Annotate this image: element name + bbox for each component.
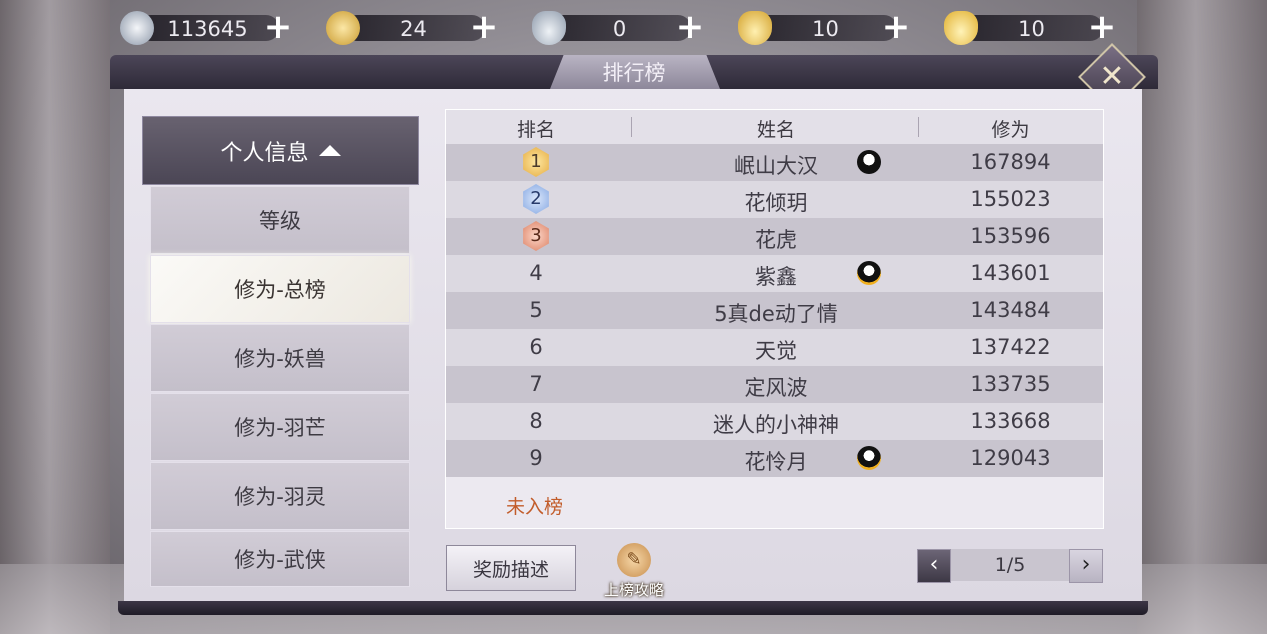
player-score: 143601 — [970, 261, 1051, 285]
currency-gold-coin: 24 + — [326, 10, 501, 45]
sidebar-item-cultivation-wuxia[interactable]: 修为-武侠 — [150, 531, 410, 587]
player-score: 133668 — [970, 409, 1051, 433]
currency-value: 113645 — [167, 17, 248, 41]
silver-ingot-icon — [532, 11, 566, 45]
column-header-score: 修为 — [991, 119, 1030, 141]
player-score: 167894 — [970, 150, 1051, 174]
ranking-guide-label: 上榜攻略 — [603, 581, 664, 599]
column-header-rank: 排名 — [516, 119, 555, 141]
sidebar-item-label: 修为-武侠 — [234, 548, 326, 572]
silver-medal-icon: 2 — [523, 184, 549, 214]
ranking-table: 排名 姓名 修为 1 岷山大汉 167894 2 花倾玥 155023 3 花虎… — [445, 109, 1104, 529]
player-rank: 9 — [529, 446, 543, 470]
table-row[interactable]: 2 花倾玥 155023 — [446, 181, 1103, 218]
player-name: 花虎 — [755, 228, 797, 252]
table-row[interactable]: 4 紫鑫 143601 — [446, 255, 1103, 292]
sidebar-item-label: 修为-妖兽 — [234, 347, 326, 371]
player-score: 129043 — [970, 446, 1051, 470]
player-name: 5真de动了情 — [714, 302, 838, 326]
currency-silver-coin: 113645 + — [120, 10, 295, 45]
player-name: 天觉 — [755, 339, 797, 363]
sidebar-item-cultivation-yaoshou[interactable]: 修为-妖兽 — [150, 324, 410, 392]
player-name: 定风波 — [744, 376, 808, 400]
qq-penguin-icon — [857, 150, 881, 174]
table-row[interactable]: 1 岷山大汉 167894 — [446, 144, 1103, 181]
table-header: 排名 姓名 修为 — [446, 110, 1103, 144]
pagination: ‹ 1/5 › — [917, 549, 1103, 583]
gold-coin-icon — [326, 11, 360, 45]
title-bar: 排行榜 — [110, 55, 1158, 89]
sidebar-category-personal-info[interactable]: 个人信息 — [142, 116, 419, 185]
player-name: 花倾玥 — [744, 191, 808, 215]
leaderboard-panel: 排行榜 ✕ 个人信息 等级 修为-总榜 修为-妖兽 修为-羽芒 修为-羽灵 修为… — [110, 43, 1158, 618]
gold-medal-icon: 1 — [523, 147, 549, 177]
bound-gold-ingot-icon — [738, 11, 772, 45]
player-score: 155023 — [970, 187, 1051, 211]
player-score: 143484 — [970, 298, 1051, 322]
background-pillar-left — [0, 0, 110, 634]
silver-coin-icon — [120, 11, 154, 45]
player-rank: 7 — [529, 372, 543, 396]
currency-silver-ingot: 0 + — [532, 10, 707, 45]
table-row[interactable]: 5 5真de动了情 143484 — [446, 292, 1103, 329]
add-currency-button[interactable]: + — [673, 10, 707, 45]
bronze-medal-icon: 3 — [523, 221, 549, 251]
window-title: 排行榜 — [602, 61, 666, 85]
player-score: 137422 — [970, 335, 1051, 359]
page-indicator: 1/5 — [951, 549, 1069, 581]
currency-gold-ingot: 10 + — [944, 10, 1119, 45]
currency-value: 10 — [1018, 17, 1045, 41]
table-row[interactable]: 3 花虎 153596 — [446, 218, 1103, 255]
add-currency-button[interactable]: + — [879, 10, 913, 45]
player-rank: 4 — [529, 261, 543, 285]
table-row[interactable]: 8 迷人的小神神 133668 — [446, 403, 1103, 440]
sidebar-item-cultivation-yumang[interactable]: 修为-羽芒 — [150, 393, 410, 461]
currency-bar: 113645 + 24 + 0 + 10 + 10 + — [120, 8, 1130, 48]
add-currency-button[interactable]: + — [1085, 10, 1119, 45]
column-header-name: 姓名 — [756, 119, 795, 141]
player-rank: 5 — [529, 298, 543, 322]
currency-value: 0 — [612, 17, 627, 41]
currency-bound-gold-ingot: 10 + — [738, 10, 913, 45]
next-page-button[interactable]: › — [1069, 549, 1103, 583]
sidebar-item-cultivation-overall[interactable]: 修为-总榜 — [150, 255, 410, 323]
reward-description-label: 奖励描述 — [472, 558, 549, 581]
sidebar-item-level[interactable]: 等级 — [150, 186, 410, 254]
player-rank: 6 — [529, 335, 543, 359]
sidebar-item-label: 等级 — [259, 209, 301, 233]
collapse-arrow-icon — [318, 145, 341, 156]
player-score: 153596 — [970, 224, 1051, 248]
gold-ingot-icon — [944, 11, 978, 45]
qq-vip-penguin-icon — [857, 446, 881, 470]
player-name: 迷人的小神神 — [713, 413, 839, 437]
player-score: 133735 — [970, 372, 1051, 396]
sidebar-item-label: 修为-羽芒 — [234, 416, 326, 440]
self-rank-status: 未入榜 — [506, 496, 564, 518]
add-currency-button[interactable]: + — [467, 10, 501, 45]
currency-value: 24 — [400, 17, 427, 41]
qq-vip-penguin-icon — [857, 261, 881, 285]
table-row[interactable]: 7 定风波 133735 — [446, 366, 1103, 403]
player-rank: 8 — [529, 409, 543, 433]
reward-description-button[interactable]: 奖励描述 — [446, 545, 576, 591]
sidebar-header-label: 个人信息 — [220, 140, 309, 166]
currency-value: 10 — [812, 17, 839, 41]
scroll-brush-icon: ✎ — [617, 543, 651, 577]
table-row[interactable]: 9 花怜月 129043 — [446, 440, 1103, 477]
add-currency-button[interactable]: + — [261, 10, 295, 45]
sidebar-item-label: 修为-总榜 — [234, 278, 326, 302]
sidebar-item-cultivation-yuling[interactable]: 修为-羽灵 — [150, 462, 410, 530]
table-row[interactable]: 6 天觉 137422 — [446, 329, 1103, 366]
previous-page-button[interactable]: ‹ — [917, 549, 951, 583]
ranking-guide-button[interactable]: ✎ 上榜攻略 — [598, 543, 670, 607]
sidebar-item-label: 修为-羽灵 — [234, 485, 326, 509]
